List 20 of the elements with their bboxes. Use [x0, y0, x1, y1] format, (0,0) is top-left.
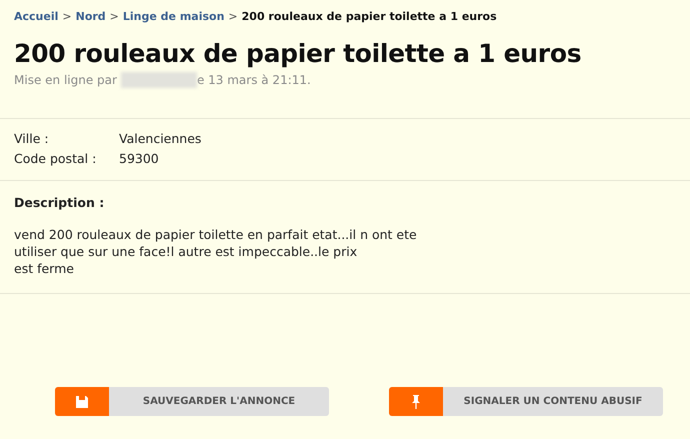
breadcrumb-separator: > [62, 10, 72, 23]
detail-label: Ville : [14, 130, 50, 146]
description-heading: Description : [14, 195, 106, 210]
breadcrumb-separator: > [110, 10, 119, 23]
report-button[interactable]: SIGNALER UN CONTENU ABUSIF [389, 387, 663, 416]
breadcrumb-link[interactable]: Nord [76, 10, 106, 23]
description-text: vend 200 rouleaux de papier toilette en parfait etat...il n ont ete utiliser que sur une face!l autre est impeccable..le prix est ferme [14, 226, 418, 277]
posted-date-text: e 13 mars à 21:11. [196, 73, 311, 87]
breadcrumb-link[interactable]: Linge de maison [122, 10, 224, 23]
breadcrumb-current: 200 rouleaux de papier toilette a 1 euros [242, 10, 497, 23]
breadcrumb-separator: > [228, 10, 238, 23]
ad-title: 200 rouleaux de papier toilette a 1 euros [14, 39, 582, 68]
floppy-icon [76, 396, 88, 408]
detail-value: 59300 [119, 150, 159, 166]
pin-icon [412, 394, 420, 408]
breadcrumb-link[interactable]: Accueil [14, 10, 58, 23]
detail-value: Valenciennes [119, 130, 202, 146]
save-ad-button[interactable]: SAUVEGARDER L'ANNONCE [55, 387, 329, 416]
posted-by-text: Mise en ligne par [14, 73, 117, 87]
detail-label: Code postal : [14, 150, 98, 166]
